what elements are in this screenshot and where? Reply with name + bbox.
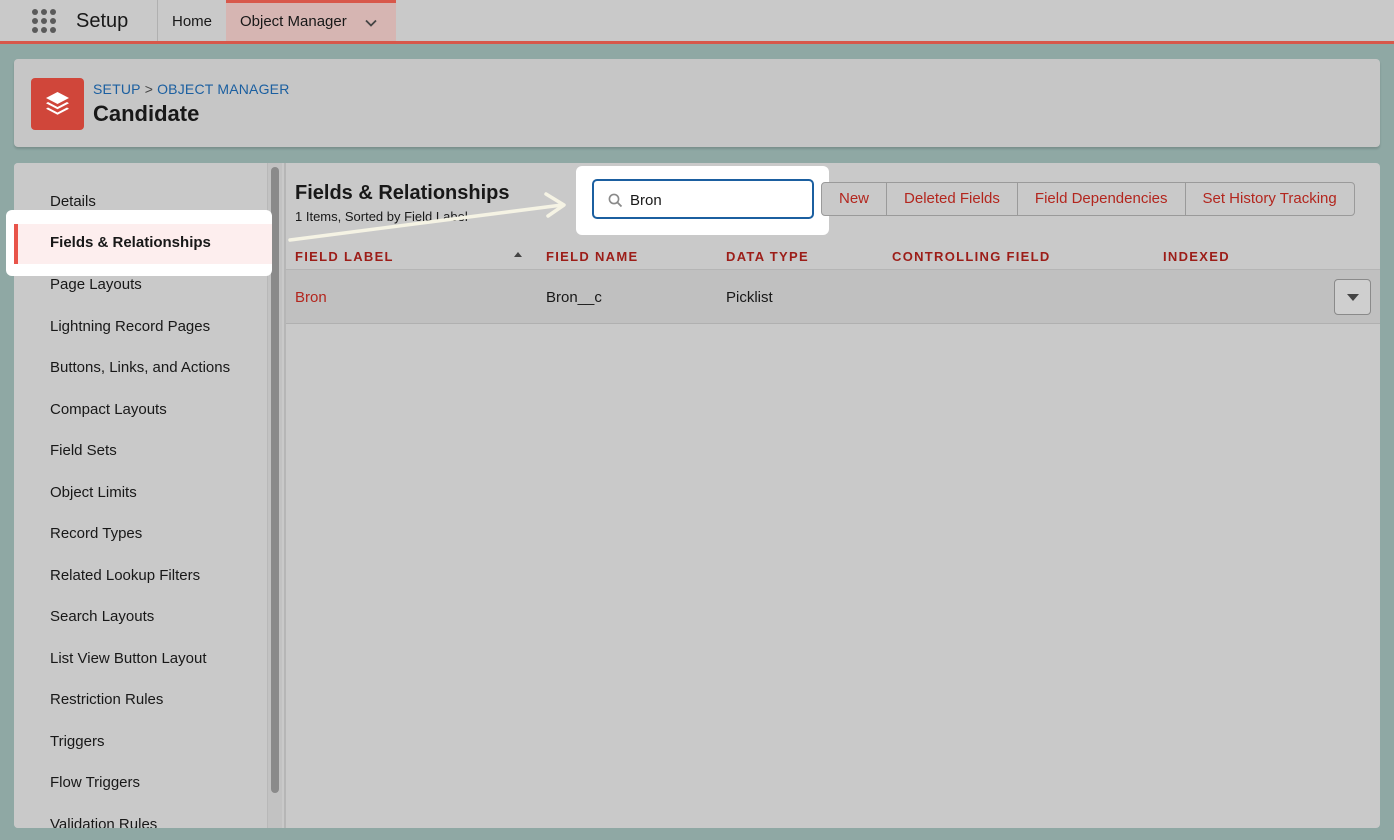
dropdown-caret-icon [1347,294,1359,301]
app-name: Setup [76,10,129,32]
nav-divider [157,0,158,41]
sidebar-scrollbar-thumb[interactable] [271,167,279,793]
sidebar-item-field-sets[interactable]: Field Sets [14,430,282,472]
breadcrumb: SETUP > OBJECT MANAGER [93,81,290,97]
app-launcher-icon[interactable] [32,9,56,33]
sidebar-item-triggers[interactable]: Triggers [14,721,282,763]
sidebar-item-fields-relationships[interactable]: Fields & Relationships [6,210,272,276]
search-input[interactable] [630,189,800,211]
sidebar-item-search-layouts[interactable]: Search Layouts [14,596,282,638]
column-header-controlling-field[interactable]: CONTROLLING FIELD [892,249,1051,264]
column-header-data-type[interactable]: DATA TYPE [726,249,809,264]
action-button-group: New Deleted Fields Field Dependencies Se… [821,182,1355,216]
field-dependencies-button[interactable]: Field Dependencies [1016,182,1186,216]
quick-find-search[interactable] [592,179,814,219]
sidebar-item-related-lookup-filters[interactable]: Related Lookup Filters [14,555,282,597]
sidebar-item-validation-rules[interactable]: Validation Rules [14,804,282,828]
row-actions-button[interactable] [1334,279,1371,315]
field-name-cell: Bron__c [546,289,602,306]
sidebar-item-record-types[interactable]: Record Types [14,513,282,555]
sidebar-item-label: Fields & Relationships [50,234,211,251]
sidebar-item-object-limits[interactable]: Object Limits [14,472,282,514]
deleted-fields-button[interactable]: Deleted Fields [886,182,1018,216]
sidebar-item-flow-triggers[interactable]: Flow Triggers [14,762,282,804]
column-header-indexed[interactable]: INDEXED [1163,249,1230,264]
breadcrumb-setup-link[interactable]: SETUP [93,81,141,97]
field-label-link[interactable]: Bron [295,289,327,306]
column-header-field-label[interactable]: FIELD LABEL [295,249,394,264]
section-subtitle: 1 Items, Sorted by Field Label [295,209,468,224]
column-header-field-name[interactable]: FIELD NAME [546,249,638,264]
table-row: Bron Bron__c Picklist [286,270,1380,324]
section-title: Fields & Relationships [295,182,510,204]
layers-stack-icon [46,92,69,115]
sidebar-item-list-view-button-layout[interactable]: List View Button Layout [14,638,282,680]
search-icon [608,193,623,208]
nav-tab-home[interactable]: Home [172,13,212,30]
sidebar-item-buttons-links-actions[interactable]: Buttons, Links, and Actions [14,347,282,389]
sidebar-item-lightning-record-pages[interactable]: Lightning Record Pages [14,306,282,348]
nav-tab-object-manager[interactable]: Object Manager [226,0,396,41]
sidebar-item-compact-layouts[interactable]: Compact Layouts [14,389,282,431]
nav-tab-object-manager-label: Object Manager [240,13,347,30]
data-type-cell: Picklist [726,289,773,306]
sort-ascending-icon[interactable] [514,252,522,257]
page-title: Candidate [93,101,200,126]
object-icon [31,78,84,130]
active-item-indicator [14,224,18,264]
breadcrumb-separator: > [144,81,154,97]
global-nav-bar: Setup Home Object Manager [0,0,1394,44]
set-history-tracking-button[interactable]: Set History Tracking [1184,182,1355,216]
breadcrumb-object-manager-link[interactable]: OBJECT MANAGER [157,81,289,97]
table-header: FIELD LABEL FIELD NAME DATA TYPE CONTROL… [286,240,1380,270]
chevron-down-icon[interactable] [364,16,378,30]
new-button[interactable]: New [821,182,888,216]
sidebar-item-restriction-rules[interactable]: Restriction Rules [14,679,282,721]
object-header: SETUP > OBJECT MANAGER Candidate [14,59,1380,147]
